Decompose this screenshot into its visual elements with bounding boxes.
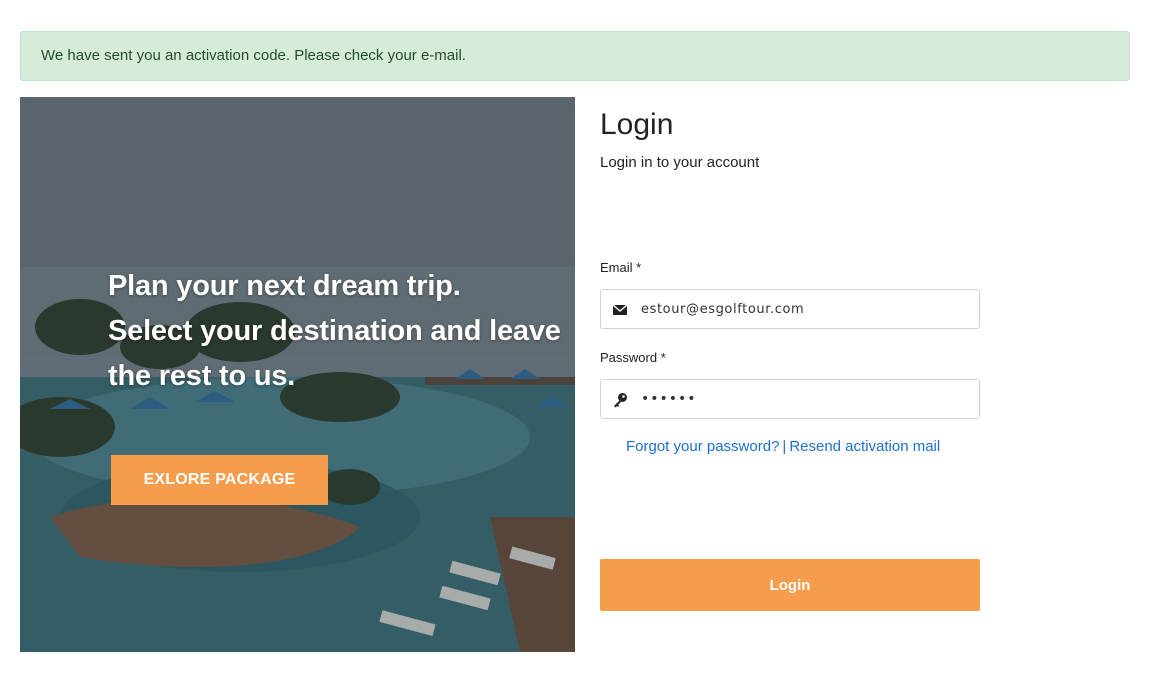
key-icon (614, 393, 627, 408)
account-links: Forgot your password? | Resend activation … (626, 438, 940, 455)
login-submit-button[interactable]: Login (600, 559, 980, 611)
link-separator: | (782, 438, 787, 455)
email-field[interactable] (600, 289, 980, 329)
envelope-icon (612, 304, 628, 315)
login-title: Login (600, 108, 674, 141)
forgot-password-link[interactable]: Forgot your password? (626, 438, 779, 455)
email-label: Email * (600, 260, 642, 275)
resend-activation-link[interactable]: Resend activation mail (789, 438, 940, 455)
password-label: Password * (600, 350, 666, 365)
hero-banner: Plan your next dream trip. Select your d… (20, 97, 575, 652)
password-input[interactable] (641, 382, 971, 416)
login-subtitle: Login in to your account (600, 154, 760, 171)
alert-message: We have sent you an activation code. Ple… (41, 47, 466, 64)
hero-headline-line1: Plan your next dream trip. (108, 270, 461, 302)
password-field[interactable] (600, 379, 980, 419)
hero-headline-line2: Select your destination and leave (108, 315, 561, 347)
email-input[interactable] (641, 292, 971, 326)
explore-package-button[interactable]: EXLORE PACKAGE (111, 455, 328, 505)
hero-headline-line3: the rest to us. (108, 360, 296, 392)
activation-alert: We have sent you an activation code. Ple… (20, 31, 1130, 81)
